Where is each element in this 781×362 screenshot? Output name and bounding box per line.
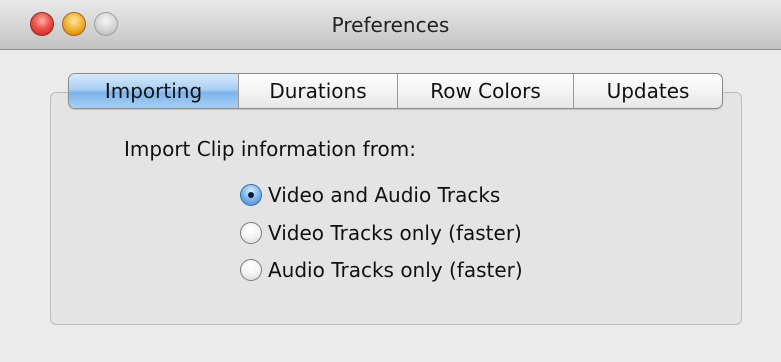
tab-bar: Importing Durations Row Colors Updates <box>68 73 723 109</box>
radio-dot <box>248 192 254 198</box>
tab-importing[interactable]: Importing <box>69 74 238 108</box>
radio-option-video-only[interactable]: Video Tracks only (faster) <box>240 220 522 246</box>
radio-button[interactable] <box>240 222 262 244</box>
radio-label[interactable]: Video and Audio Tracks <box>268 183 500 207</box>
title-bar[interactable]: Preferences <box>0 0 781 50</box>
tab-durations[interactable]: Durations <box>238 74 397 108</box>
radio-option-audio-only[interactable]: Audio Tracks only (faster) <box>240 257 523 283</box>
radio-option-video-and-audio[interactable]: Video and Audio Tracks <box>240 182 500 208</box>
radio-button[interactable] <box>240 259 262 281</box>
radio-button-checked[interactable] <box>240 184 262 206</box>
tab-row-colors[interactable]: Row Colors <box>397 74 573 108</box>
tab-panel <box>50 92 742 325</box>
tab-updates[interactable]: Updates <box>573 74 722 108</box>
window-title: Preferences <box>331 13 450 37</box>
import-source-heading: Import Clip information from: <box>124 137 416 161</box>
radio-label[interactable]: Audio Tracks only (faster) <box>268 258 523 282</box>
radio-label[interactable]: Video Tracks only (faster) <box>268 221 522 245</box>
preferences-window: Preferences Importing Durations Row Colo… <box>0 0 781 362</box>
